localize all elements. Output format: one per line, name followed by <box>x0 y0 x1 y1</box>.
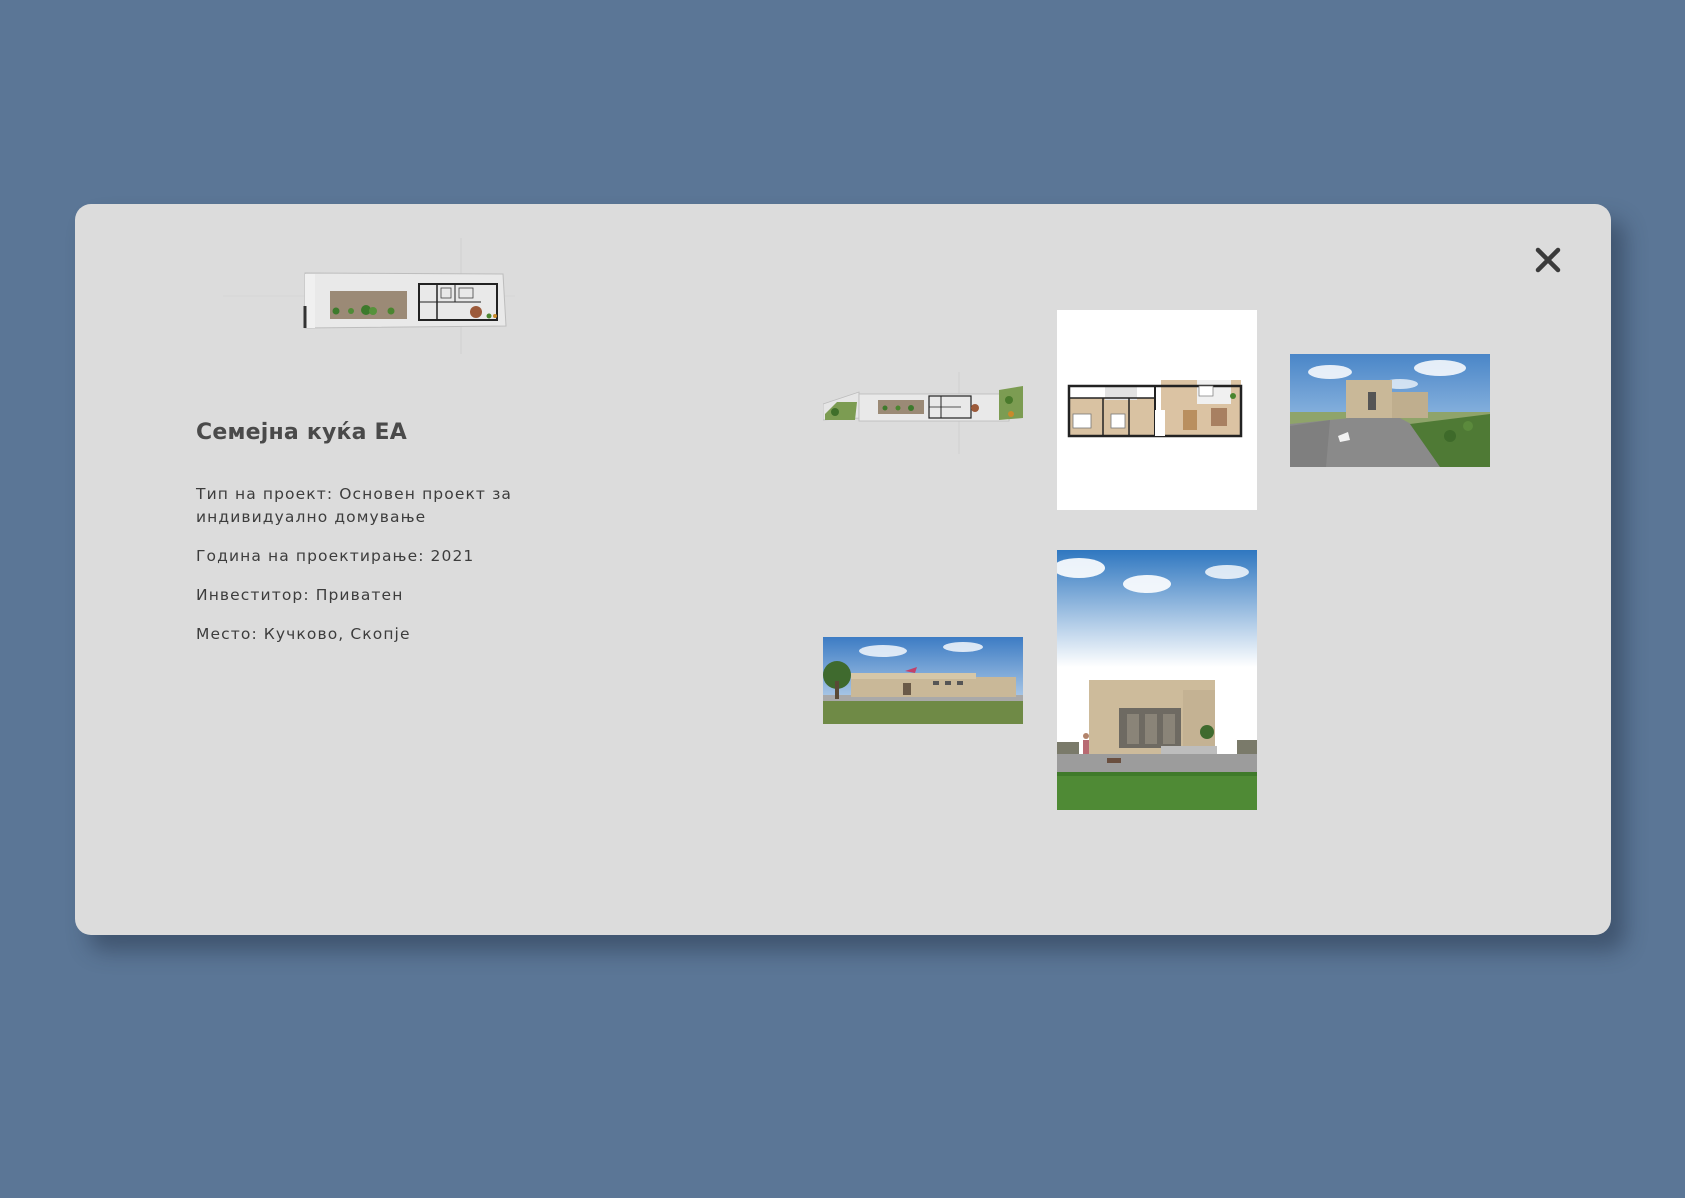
gallery-image-floor-plan[interactable] <box>1057 310 1257 510</box>
design-year-text: Година на проектирање: 2021 <box>196 547 475 565</box>
project-title: Семејна куќа ЕА <box>196 420 407 445</box>
investor-text: Инвеститор: Приватен <box>196 586 404 604</box>
project-modal: Семејна куќа ЕА Тип на проект: Основен п… <box>75 204 1611 935</box>
gallery-image-street-render[interactable] <box>1290 354 1490 467</box>
gallery-image-site-plan[interactable] <box>823 372 1023 454</box>
project-type-text: Тип на проект: Основен проект за индивид… <box>196 485 513 526</box>
close-button[interactable] <box>1530 242 1566 278</box>
close-icon <box>1535 247 1561 273</box>
site-plan-image <box>223 238 515 354</box>
location-text: Место: Кучково, Скопје <box>196 625 411 643</box>
gallery-image-front-render[interactable] <box>823 637 1023 724</box>
gallery-image-portrait-render[interactable] <box>1057 550 1257 810</box>
